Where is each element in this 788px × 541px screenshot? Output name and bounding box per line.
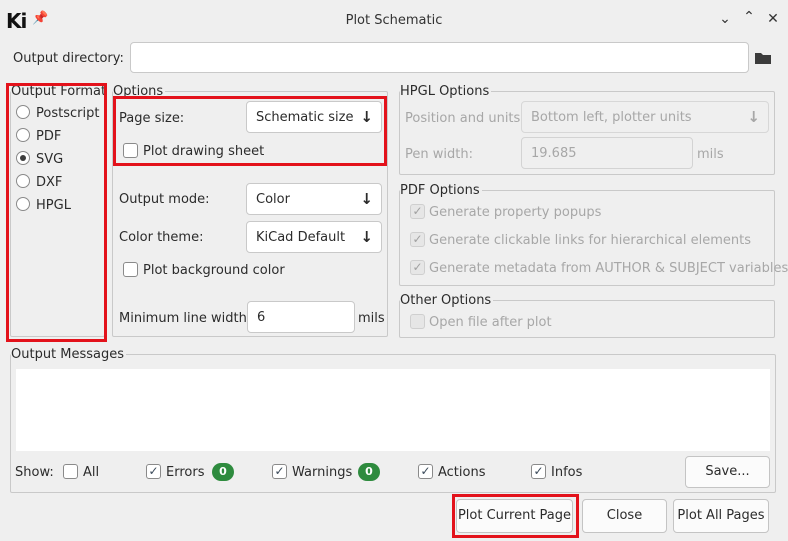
clickable-links-label: Generate clickable links for hierarchica… [429,233,751,248]
metadata-label: Generate metadata from AUTHOR & SUBJECT … [429,261,788,276]
window-title: Plot Schematic [345,13,443,28]
infos-label: Infos [551,465,583,480]
pen-width-label: Pen width: [405,147,473,162]
infos-checkbox[interactable]: ✓ [531,464,546,479]
output-mode-select[interactable]: Color ↓ [246,183,382,215]
all-checkbox[interactable] [63,464,78,479]
pdf-options-title: PDF Options [400,183,482,198]
other-options-title: Other Options [400,293,494,308]
folder-button[interactable] [751,45,775,70]
arrow-down-icon: ↓ [747,108,760,126]
arrow-down-icon: ↓ [360,190,373,208]
save-button[interactable]: Save... [685,456,770,488]
color-theme-select[interactable]: KiCad Default ↓ [246,221,382,253]
warnings-checkbox[interactable]: ✓ [272,464,287,479]
close-button[interactable]: Close [582,499,667,533]
output-directory-input[interactable] [130,42,749,73]
open-file-label: Open file after plot [429,315,552,330]
min-line-width-input[interactable]: 6 [247,301,355,333]
output-directory-label: Output directory: [13,51,124,66]
metadata-checkbox[interactable]: ✓ [410,260,425,275]
output-messages-area[interactable] [16,369,770,451]
position-units-value: Bottom left, plotter units [531,110,692,125]
output-messages-title: Output Messages [11,347,127,362]
folder-icon [755,53,771,64]
errors-checkbox[interactable]: ✓ [146,464,161,479]
highlight-plot-current [452,494,579,538]
color-theme-value: KiCad Default [256,230,346,245]
arrow-down-icon: ↓ [360,228,373,246]
pen-width-input[interactable]: 19.685 [521,137,693,169]
plot-background-checkbox[interactable] [123,262,138,277]
show-label: Show: [15,465,54,480]
actions-label: Actions [438,465,486,480]
position-units-label: Position and units: [405,111,525,126]
hpgl-options-title: HPGL Options [400,84,492,99]
output-mode-label: Output mode: [119,192,210,207]
output-mode-value: Color [256,192,290,207]
highlight-output-format [6,83,107,342]
pen-width-unit: mils [697,147,724,162]
plot-all-pages-button[interactable]: Plot All Pages [673,499,769,533]
all-label: All [83,465,100,480]
warnings-label: Warnings [292,465,353,480]
highlight-page-size [113,96,387,166]
errors-label: Errors [166,465,205,480]
errors-count-badge: 0 [212,463,234,481]
clickable-links-checkbox[interactable]: ✓ [410,232,425,247]
actions-checkbox[interactable]: ✓ [418,464,433,479]
chevron-up-icon[interactable]: ⌃ [740,9,758,25]
min-line-width-unit: mils [358,311,385,326]
plot-background-label: Plot background color [143,263,285,278]
close-icon[interactable]: ✕ [764,11,782,27]
open-file-checkbox[interactable] [410,314,425,329]
min-line-width-label: Minimum line width: [119,311,252,326]
warnings-count-badge: 0 [358,463,380,481]
property-popups-label: Generate property popups [429,205,602,220]
color-theme-label: Color theme: [119,230,204,245]
position-units-select[interactable]: Bottom left, plotter units ↓ [521,101,769,133]
chevron-down-icon[interactable]: ⌄ [716,11,734,27]
property-popups-checkbox[interactable]: ✓ [410,204,425,219]
